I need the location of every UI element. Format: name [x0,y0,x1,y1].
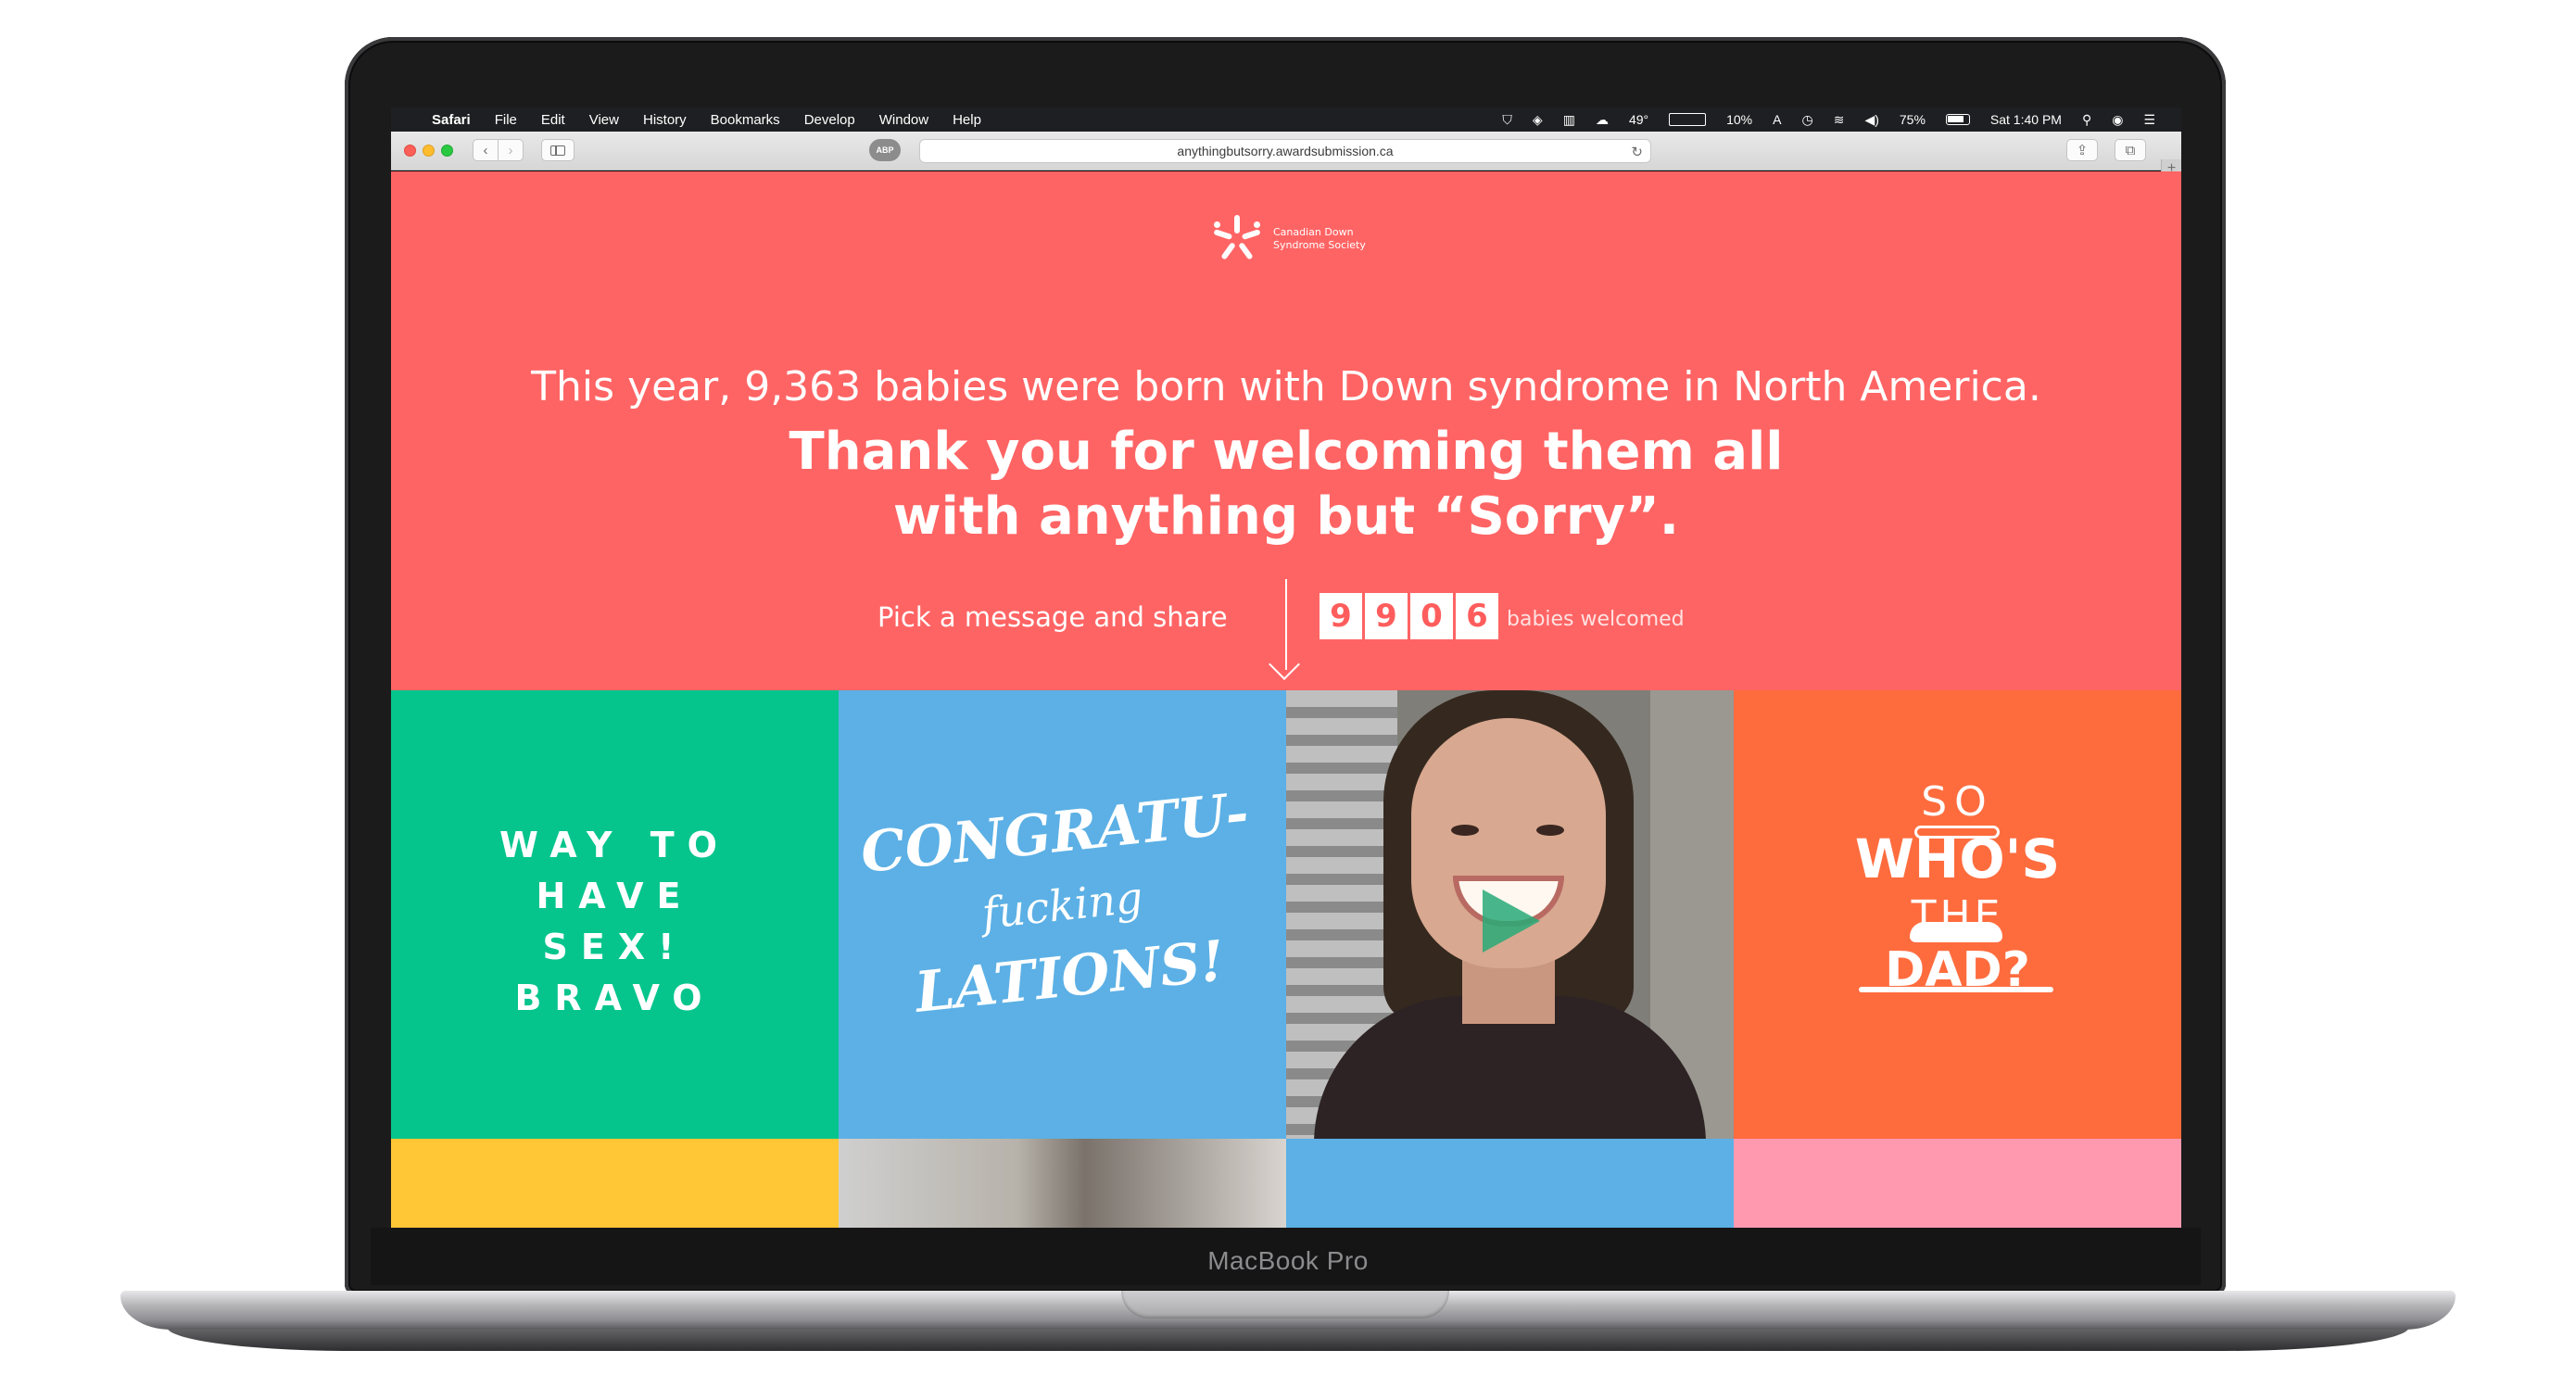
tabs-icon: ⧉ [2125,142,2136,158]
browser-toolbar: ‹ › ABP anythingbutsorry.awardsubmission… [391,132,2181,178]
spotlight-search-icon[interactable]: ⚲ [2082,112,2091,128]
status-area: ⛉ ◈ ▥ ☁ 49° 10% A ◷ ≋ ◀) 75% Sat 1:40 PM… [1502,107,2155,132]
sidebar-icon [550,145,565,156]
stats-icon[interactable]: ▥ [1563,112,1575,128]
laptop-base-shadow [167,1327,2409,1351]
share-button[interactable]: ⇪ [2066,139,2098,161]
url-text: anythingbutsorry.awardsubmission.ca [1177,144,1394,158]
laptop-screen: Safari File Edit View History Bookmarks … [391,107,2181,1228]
back-button[interactable]: ‹ [473,139,499,161]
shield-icon[interactable]: ⛉ [1502,112,1512,128]
logo-dot [1214,221,1220,228]
menu-develop[interactable]: Develop [804,112,855,128]
bravo-message-text: WAY TO HAVE SEX! BRAVO [391,820,839,1024]
weather-icon[interactable]: ☁ [1596,112,1609,128]
logo-petal [1220,242,1236,260]
down-arrow-icon [1269,649,1300,680]
forward-button[interactable]: › [498,139,524,161]
message-tile-whos-the-dad[interactable]: SO WHO'S THE DAD? [1734,690,2181,1139]
input-source-text[interactable]: A [1773,112,1781,127]
show-tabs-button[interactable]: ⧉ [2115,139,2146,161]
girl-neck-image [1462,959,1555,1024]
dad-line: THE [1911,892,2004,940]
video-tile[interactable] [1286,690,1734,1139]
logo-petal [1238,242,1254,260]
menu-bookmarks[interactable]: Bookmarks [711,112,780,128]
address-bar[interactable]: anythingbutsorry.awardsubmission.ca ↻ [919,139,1651,163]
siri-icon[interactable]: ◉ [2112,112,2123,128]
logo-dot [1254,221,1260,228]
clock-text[interactable]: Sat 1:40 PM [1990,112,2062,127]
battery-icon[interactable] [1945,114,1970,125]
menu-history[interactable]: History [643,112,687,128]
time-machine-icon[interactable]: ◷ [1801,112,1812,128]
dad-line: DAD? [1885,942,2030,998]
headline-thanks: Thank you for welcoming them all with an… [789,422,1784,547]
window-minimize-button[interactable] [423,145,435,157]
counter-label: babies welcomed [1507,608,1685,631]
counter-digit: 9 [1365,593,1408,639]
logo-petal [1241,229,1261,240]
battery-percent-text[interactable]: 75% [1900,112,1926,127]
wifi-icon[interactable]: ≋ [1834,112,1845,128]
sidebar-toggle-button[interactable] [541,139,575,161]
dad-line: WHO'S [1854,827,2061,890]
notification-center-icon[interactable]: ☰ [2143,112,2155,128]
window-close-button[interactable] [404,145,416,157]
menu-app-name[interactable]: Safari [432,112,471,128]
chevron-right-icon: › [508,142,513,158]
web-page: Canadian Down Syndrome Society This year… [391,171,2181,1228]
monitor-icon[interactable] [1669,113,1707,126]
dropbox-icon[interactable]: ◈ [1533,112,1543,128]
dad-line: SO [1921,778,1994,826]
bravo-line: HAVE [536,876,694,916]
counter-digit: 9 [1320,593,1362,639]
counter-digit: 6 [1456,593,1498,639]
share-icon: ⇪ [2076,143,2089,158]
logo-petal [1213,229,1233,240]
logo-petal [1234,215,1240,233]
reload-icon[interactable]: ↻ [1631,144,1643,160]
play-icon[interactable] [1483,890,1540,953]
message-tile-pink[interactable] [1734,1139,2181,1228]
menu-window[interactable]: Window [879,112,928,128]
counter-digit: 0 [1410,593,1453,639]
eye-image [1536,825,1564,836]
photo-tile[interactable] [839,1139,1286,1228]
message-tile-blue[interactable] [1286,1139,1734,1228]
menu-view[interactable]: View [589,112,619,128]
bravo-line: WAY TO [499,825,730,865]
message-tile-bravo[interactable]: WAY TO HAVE SEX! BRAVO [391,690,839,1139]
eye-image [1451,825,1479,836]
laptop-lid-notch [1121,1291,1449,1319]
whos-the-dad-lettering: SO WHO'S THE DAD? [1734,778,2181,999]
message-tile-congratulations[interactable]: CONGRATU- fucking LATIONS! [839,690,1286,1139]
congratulations-lettering: CONGRATU- fucking LATIONS! [839,774,1286,1036]
babies-counter: 9 9 0 6 [1320,593,1498,639]
volume-icon[interactable]: ◀) [1864,112,1878,128]
chevron-left-icon: ‹ [483,142,488,158]
logo-text: Canadian Down Syndrome Society [1273,226,1366,251]
window-zoom-button[interactable] [441,145,453,157]
asterisk-logo-icon [1210,212,1264,266]
adblock-extension-button[interactable]: ABP [869,139,901,161]
temperature-text[interactable]: 49° [1629,112,1648,127]
headline-stat: This year, 9,363 babies were born with D… [531,363,2041,410]
menu-file[interactable]: File [495,112,517,128]
pick-message-text: Pick a message and share [878,601,1228,633]
message-tile-yellow[interactable] [391,1139,839,1228]
menu-edit[interactable]: Edit [541,112,565,128]
bravo-line: BRAVO [514,978,715,1018]
cpu-percent-text[interactable]: 10% [1726,112,1752,127]
laptop-brand-label: MacBook Pro [1207,1246,1369,1275]
site-logo[interactable]: Canadian Down Syndrome Society [1210,212,1375,266]
bravo-line: SEX! [542,927,688,967]
menu-bar: Safari File Edit View History Bookmarks … [391,107,2181,132]
menu-help[interactable]: Help [953,112,981,128]
